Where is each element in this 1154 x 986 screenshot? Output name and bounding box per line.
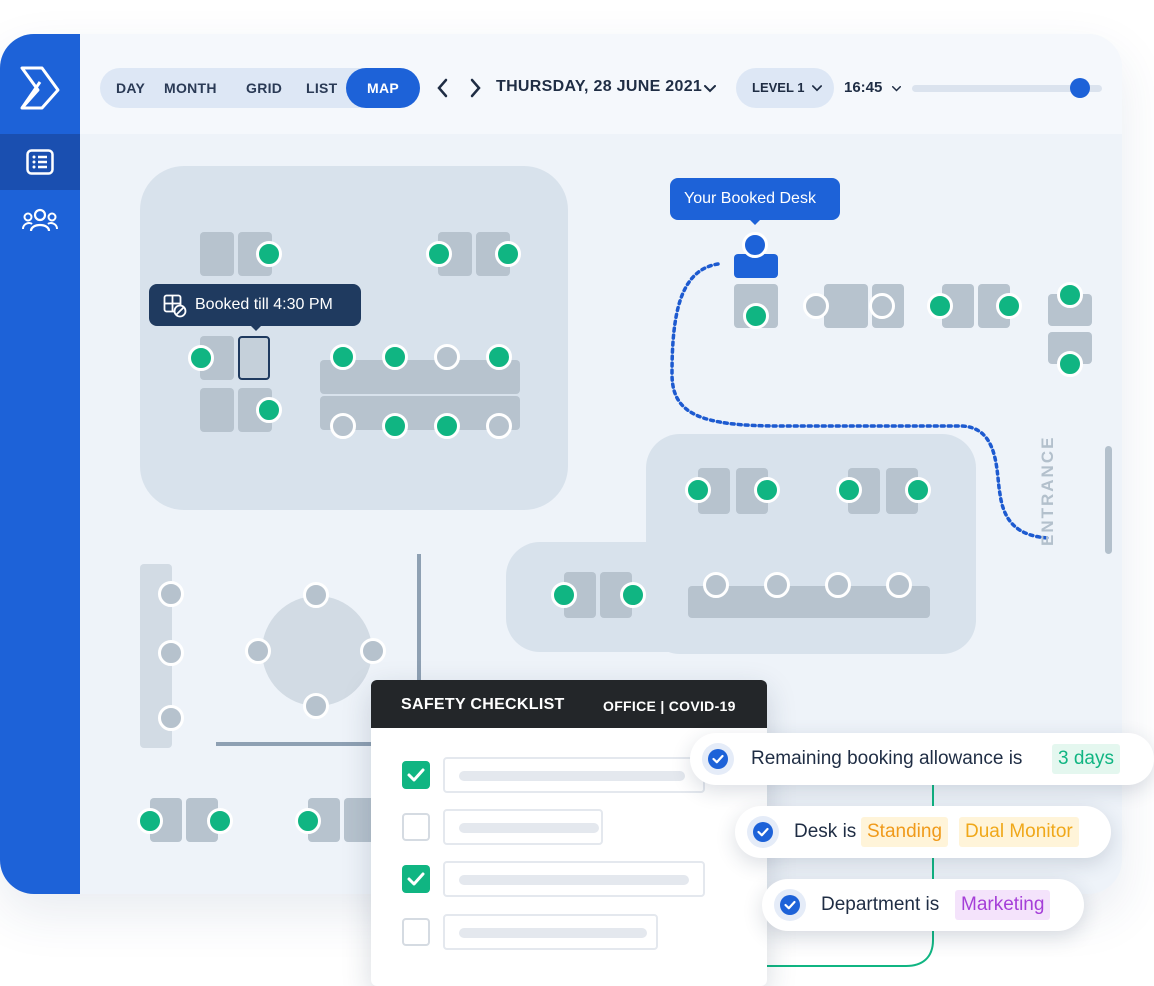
desk-available[interactable]	[836, 477, 862, 503]
check-circle-icon	[702, 743, 734, 775]
tag-standing: Standing	[861, 817, 949, 847]
seat-occupied	[245, 638, 271, 664]
view-switcher: DAY MONTH GRID LIST MAP	[100, 68, 420, 108]
connector-line	[760, 928, 934, 967]
seat-occupied	[158, 581, 184, 607]
tab-grid[interactable]: GRID	[246, 68, 282, 108]
desk-available[interactable]	[1057, 282, 1083, 308]
check-icon	[407, 768, 425, 782]
toolbar: DAY MONTH GRID LIST MAP THURSDAY, 28 JUN…	[80, 34, 1122, 134]
tab-month[interactable]: MONTH	[164, 68, 217, 108]
criteria-text: Department is	[821, 894, 940, 915]
desk-available[interactable]	[330, 344, 356, 370]
your-booked-desk-text: Your Booked Desk	[684, 190, 816, 207]
connector-line	[932, 784, 934, 806]
desk-available[interactable]	[905, 477, 931, 503]
checkbox-item-4[interactable]	[402, 918, 430, 946]
desk-blocked-icon	[163, 294, 187, 318]
seat-occupied	[303, 693, 329, 719]
chevron-left-icon[interactable]	[436, 78, 448, 98]
desk-available[interactable]	[188, 345, 214, 371]
desk-available[interactable]	[137, 808, 163, 834]
your-booked-desk-tooltip: Your Booked Desk	[670, 178, 840, 225]
check-circle-icon	[774, 889, 806, 921]
desk-available[interactable]	[1057, 351, 1083, 377]
sidebar-item-people[interactable]	[0, 192, 80, 248]
desk-available[interactable]	[495, 241, 521, 267]
tag-marketing: Marketing	[955, 890, 1051, 920]
checklist-field-1[interactable]	[443, 757, 705, 793]
desk-available[interactable]	[256, 397, 282, 423]
criteria-pill-allowance: Remaining booking allowance is 3 days	[690, 733, 1154, 785]
time-select[interactable]: 16:45	[844, 79, 882, 96]
desk-available[interactable]	[434, 413, 460, 439]
desk-available[interactable]	[486, 344, 512, 370]
check-circle-icon	[747, 816, 779, 848]
safety-checklist-card: SAFETY CHECKLIST OFFICE | COVID-19	[371, 680, 767, 986]
criteria-pill-desk: Desk is Standing Dual Monitor	[735, 806, 1111, 858]
logo-icon	[20, 66, 60, 110]
desk-occupied	[764, 572, 790, 598]
desk-available[interactable]	[295, 808, 321, 834]
chevron-down-icon[interactable]	[892, 86, 901, 92]
time-slider-handle[interactable]	[1070, 78, 1090, 98]
tab-map[interactable]: MAP	[346, 68, 420, 108]
seat-occupied	[158, 640, 184, 666]
seat-occupied	[303, 582, 329, 608]
desk[interactable]	[200, 232, 234, 276]
sidebar	[0, 34, 80, 894]
desk-available[interactable]	[256, 241, 282, 267]
check-icon	[407, 872, 425, 886]
desk-booked[interactable]	[238, 336, 270, 380]
checkbox-item-2[interactable]	[402, 813, 430, 841]
level-label: LEVEL 1	[752, 80, 805, 95]
entrance-label: ENTRANCE	[1038, 435, 1057, 546]
tab-list[interactable]: LIST	[306, 68, 338, 108]
sidebar-item-list[interactable]	[0, 134, 80, 190]
entrance-door	[1105, 446, 1112, 554]
desk-occupied	[486, 413, 512, 439]
desk-occupied	[886, 572, 912, 598]
tag-days: 3 days	[1052, 744, 1120, 774]
chevron-down-icon	[812, 85, 822, 92]
checkbox-item-3[interactable]	[402, 865, 430, 893]
checklist-header: SAFETY CHECKLIST OFFICE | COVID-19	[371, 680, 767, 728]
desk-occupied	[434, 344, 460, 370]
desk-available[interactable]	[754, 477, 780, 503]
desk-available[interactable]	[382, 413, 408, 439]
desk-available[interactable]	[426, 241, 452, 267]
desk-available[interactable]	[207, 808, 233, 834]
tab-day[interactable]: DAY	[116, 68, 145, 108]
date-label[interactable]: THURSDAY, 28 JUNE 2021	[496, 78, 702, 96]
criteria-text: Remaining booking allowance is	[751, 748, 1023, 769]
chevron-right-icon[interactable]	[470, 78, 482, 98]
desk-available[interactable]	[382, 344, 408, 370]
checklist-field-4[interactable]	[443, 914, 658, 950]
desk-occupied	[825, 572, 851, 598]
desk-occupied	[330, 413, 356, 439]
tag-dual-monitor: Dual Monitor	[959, 817, 1079, 847]
desk-available[interactable]	[620, 582, 646, 608]
seat-occupied	[360, 638, 386, 664]
list-icon	[26, 149, 54, 175]
checklist-field-3[interactable]	[443, 861, 705, 897]
desk-available[interactable]	[551, 582, 577, 608]
desk[interactable]	[200, 388, 234, 432]
level-select[interactable]: LEVEL 1	[736, 68, 834, 108]
checkbox-item-1[interactable]	[402, 761, 430, 789]
booked-till-tooltip: Booked till 4:30 PM	[149, 284, 361, 331]
seat-occupied	[158, 705, 184, 731]
criteria-text: Desk is	[794, 821, 857, 842]
round-table[interactable]	[262, 596, 372, 706]
desk-occupied	[703, 572, 729, 598]
checklist-field-2[interactable]	[443, 809, 603, 845]
booked-till-text: Booked till 4:30 PM	[195, 296, 333, 313]
desk-available[interactable]	[685, 477, 711, 503]
people-icon	[22, 208, 58, 232]
checklist-subtitle: OFFICE | COVID-19	[603, 698, 736, 714]
checklist-title: SAFETY CHECKLIST	[401, 696, 565, 713]
chevron-down-icon[interactable]	[704, 85, 716, 93]
criteria-pill-department: Department is Marketing	[762, 879, 1084, 931]
